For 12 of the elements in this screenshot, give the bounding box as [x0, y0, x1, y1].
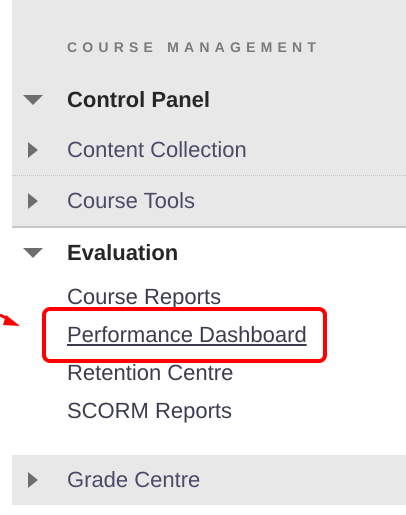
menu-link[interactable]: Retention Centre	[67, 360, 234, 386]
collapse-arrow-icon[interactable]	[22, 92, 44, 108]
menu-item[interactable]: Content Collection	[67, 137, 247, 163]
menu-link[interactable]: SCORM Reports	[67, 398, 232, 424]
menu-link[interactable]: Course Reports	[67, 284, 222, 310]
menu-link[interactable]: Performance Dashboard	[67, 322, 307, 348]
collapse-arrow-icon[interactable]	[22, 245, 44, 261]
menu-item[interactable]: Grade Centre	[67, 467, 200, 493]
section-heading: COURSE MANAGEMENT	[67, 38, 322, 54]
menu-item[interactable]: Course Tools	[67, 188, 195, 214]
menu-item[interactable]: Evaluation	[67, 240, 178, 266]
menu-item[interactable]: Control Panel	[67, 87, 210, 113]
